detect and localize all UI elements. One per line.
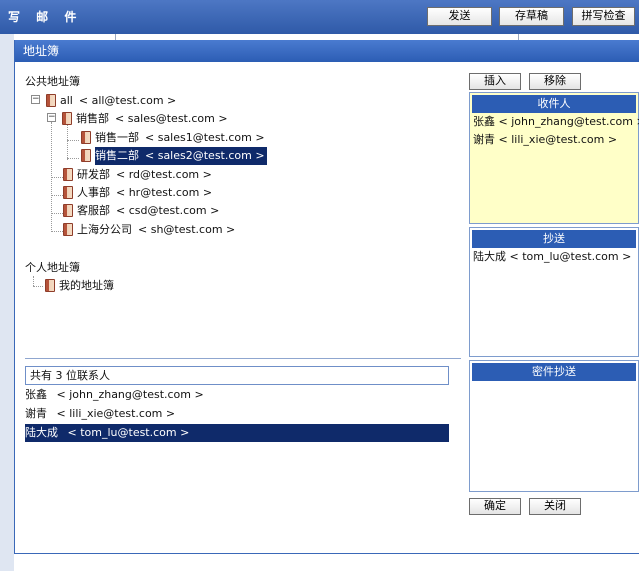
address-book-icon (63, 168, 73, 181)
tree-node-name: 销售一部 (95, 131, 139, 144)
tree-node-name: 客服部 (77, 204, 110, 217)
contacts-count: 共有 3 位联系人 (25, 366, 449, 385)
tree-node-name: 我的地址簿 (59, 279, 114, 292)
contact-email: < john_zhang@test.com > (56, 388, 204, 401)
ok-button[interactable]: 确定 (469, 498, 521, 515)
tree-node-sales1[interactable]: 销售一部 < sales1@test.com > (95, 129, 265, 147)
tree-node-email: < csd@test.com > (116, 204, 220, 217)
insert-button[interactable]: 插入 (469, 73, 521, 90)
bcc-recipients-box[interactable]: 密件抄送 (469, 360, 639, 492)
address-book-icon (81, 149, 91, 162)
address-book-icon (46, 94, 56, 107)
tree-node-name: 上海分公司 (77, 223, 132, 236)
tree-node-sh[interactable]: 上海分公司 < sh@test.com > (77, 221, 235, 239)
tree-node-all[interactable]: all < all@test.com > (60, 92, 176, 110)
tree-node-name: 销售部 (76, 112, 109, 125)
tree-line (67, 140, 79, 141)
tree-line (51, 195, 63, 196)
to-recipients-box[interactable]: 收件人 张鑫 < john_zhang@test.com > 谢青 < lili… (469, 92, 639, 224)
address-book-icon (63, 204, 73, 217)
public-book-label: 公共地址簿 (25, 75, 80, 88)
tree-line (51, 231, 63, 232)
send-button[interactable]: 发送 (427, 7, 492, 26)
tree-node-sales2[interactable]: 销售二部 < sales2@test.com > (95, 147, 267, 165)
tree-line (67, 122, 68, 160)
tree-node-hr[interactable]: 人事部 < hr@test.com > (77, 184, 212, 202)
address-book-icon (62, 112, 72, 125)
compose-title-bar: 写 邮 件 发送 存草稿 拼写检查 (0, 0, 639, 34)
contact-name: 陆大成 (25, 426, 58, 439)
tree-node-email: < sales@test.com > (115, 112, 228, 125)
tree-node-email: < all@test.com > (78, 94, 177, 107)
spellcheck-button[interactable]: 拼写检查 (572, 7, 635, 26)
address-book-icon (63, 186, 73, 199)
tree-node-csd[interactable]: 客服部 < csd@test.com > (77, 202, 219, 220)
bcc-header: 密件抄送 (472, 363, 636, 381)
tree-node-my-book[interactable]: 我的地址簿 (59, 277, 114, 295)
collapse-icon[interactable]: − (47, 113, 56, 122)
tree-node-rd[interactable]: 研发部 < rd@test.com > (77, 166, 212, 184)
to-header: 收件人 (472, 95, 636, 113)
dialog-title: 地址簿 (15, 40, 639, 62)
panel-divider (25, 358, 461, 359)
tree-node-name: 销售二部 (95, 149, 139, 162)
tree-line (67, 158, 79, 159)
tree-node-name: 人事部 (77, 186, 110, 199)
collapse-icon[interactable]: − (31, 95, 40, 104)
contact-name: 谢青 (25, 407, 47, 420)
tree-node-sales[interactable]: 销售部 < sales@test.com > (76, 110, 228, 128)
tree-line (51, 177, 63, 178)
address-book-icon (63, 223, 73, 236)
tree-node-email: < sales2@test.com > (145, 149, 265, 162)
contact-item[interactable]: 陆大成 < tom_lu@test.com > (25, 424, 449, 442)
tree-node-name: all (60, 94, 73, 107)
cc-header: 抄送 (472, 230, 636, 248)
address-book-icon (45, 279, 55, 292)
cc-recipients-box[interactable]: 抄送 陆大成 < tom_lu@test.com > (469, 227, 639, 357)
save-draft-button[interactable]: 存草稿 (499, 7, 564, 26)
personal-book-label: 个人地址簿 (25, 261, 80, 274)
address-book-dialog: 地址簿 公共地址簿 − all < all@test.com > − 销售部 < s… (14, 40, 639, 554)
tree-node-email: < sh@test.com > (138, 223, 236, 236)
compose-left-panel (0, 34, 14, 571)
tree-node-email: < sales1@test.com > (145, 131, 265, 144)
compose-title: 写 邮 件 (8, 10, 83, 24)
remove-button[interactable]: 移除 (529, 73, 581, 90)
contact-name: 张鑫 (25, 388, 47, 401)
tree-line (33, 276, 34, 286)
contact-item[interactable]: 张鑫 < john_zhang@test.com > (25, 386, 449, 404)
to-recipient-item[interactable]: 张鑫 < john_zhang@test.com > (470, 113, 639, 131)
close-button[interactable]: 关闭 (529, 498, 581, 515)
contact-item[interactable]: 谢青 < lili_xie@test.com > (25, 405, 449, 423)
tree-line (33, 286, 43, 287)
tree-node-email: < hr@test.com > (116, 186, 213, 199)
tree-node-email: < rd@test.com > (116, 168, 212, 181)
contact-email: < lili_xie@test.com > (56, 407, 176, 420)
contact-email: < tom_lu@test.com > (67, 426, 190, 439)
cc-recipient-item[interactable]: 陆大成 < tom_lu@test.com > (470, 248, 638, 266)
to-recipient-item[interactable]: 谢青 < lili_xie@test.com > (470, 131, 638, 149)
address-book-icon (81, 131, 91, 144)
tree-line (51, 213, 63, 214)
tree-node-name: 研发部 (77, 168, 110, 181)
